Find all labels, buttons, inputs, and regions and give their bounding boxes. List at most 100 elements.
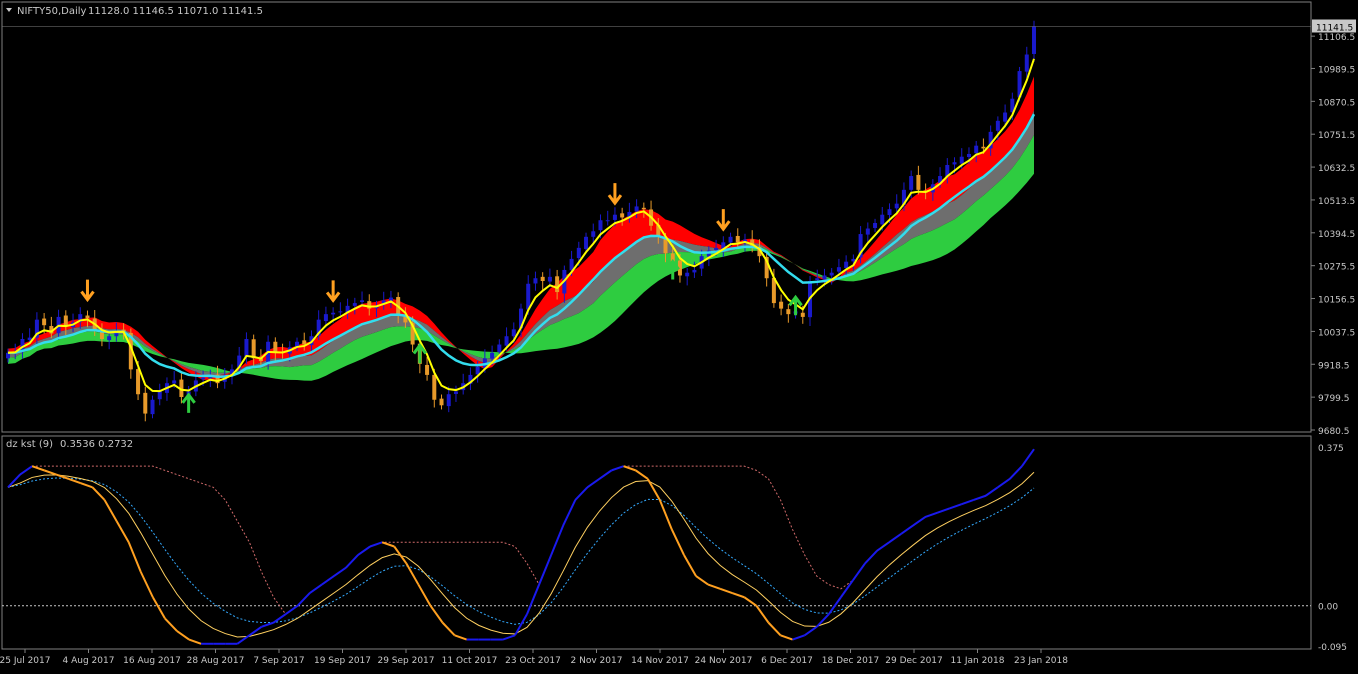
candle-body bbox=[815, 278, 820, 281]
kst-segment bbox=[767, 621, 782, 637]
candle-body bbox=[894, 203, 899, 209]
ohlc-label: 11128.0 11146.5 11071.0 11141.5 bbox=[88, 6, 263, 17]
date-tick-label: 25 Jul 2017 bbox=[0, 656, 50, 666]
date-tick-label: 24 Nov 2017 bbox=[695, 656, 753, 666]
candle-body bbox=[952, 162, 957, 165]
indicator-pane[interactable] bbox=[2, 448, 1311, 645]
kst-segment bbox=[296, 592, 311, 607]
candle-body bbox=[605, 220, 610, 222]
candle-body bbox=[157, 391, 162, 400]
kst-segment bbox=[888, 532, 902, 544]
indicator-tick-label: 0.00 bbox=[1318, 603, 1338, 613]
date-tick-label: 19 Sep 2017 bbox=[314, 656, 371, 666]
price-pane[interactable] bbox=[6, 20, 1036, 422]
arrow-up-icon bbox=[181, 392, 196, 413]
candle-body bbox=[504, 336, 509, 346]
kst-segment bbox=[309, 583, 323, 594]
kst-segment bbox=[369, 541, 383, 548]
kst-segment bbox=[635, 469, 649, 480]
kst-segment bbox=[840, 579, 854, 598]
kst-segment bbox=[792, 634, 805, 641]
kst-segment bbox=[454, 634, 468, 641]
current-price-label: 11141.5 bbox=[1316, 23, 1353, 33]
kst-segment bbox=[658, 499, 673, 530]
kst-segment bbox=[755, 605, 770, 624]
price-tick-label: 10870.5 bbox=[1318, 98, 1355, 108]
kst-segment bbox=[43, 469, 57, 476]
candle-body bbox=[555, 276, 560, 293]
candle-body bbox=[714, 247, 719, 251]
kst-segment bbox=[611, 465, 624, 472]
kst-segment bbox=[441, 621, 456, 637]
symbol-label: NIFTY50,Daily bbox=[17, 6, 87, 17]
candle-body bbox=[873, 222, 878, 228]
kst-segment bbox=[780, 634, 793, 641]
candle-body bbox=[273, 341, 278, 353]
kst-segment bbox=[1021, 448, 1035, 467]
candle-body bbox=[1003, 112, 1008, 122]
candle-body bbox=[511, 329, 516, 337]
price-tick-label: 9680.5 bbox=[1318, 427, 1350, 437]
kst-segment bbox=[695, 575, 709, 586]
date-tick-label: 18 Dec 2017 bbox=[822, 656, 880, 666]
kst-segment bbox=[405, 562, 420, 586]
kst-segment bbox=[743, 596, 757, 607]
price-tick-label: 10632.5 bbox=[1318, 164, 1355, 174]
kst-segment bbox=[176, 630, 190, 641]
candle-body bbox=[107, 336, 112, 341]
candle-body bbox=[150, 399, 155, 415]
candle-body bbox=[453, 391, 458, 394]
kst-segment bbox=[719, 587, 733, 594]
candle-body bbox=[779, 301, 784, 309]
kst-upper-envelope bbox=[7, 448, 1035, 615]
candle-body bbox=[598, 220, 603, 231]
candle-body bbox=[591, 231, 596, 237]
kst-segment bbox=[900, 524, 914, 535]
kst-segment bbox=[321, 575, 335, 586]
date-tick-label: 16 Aug 2017 bbox=[123, 656, 181, 666]
kst-segment bbox=[985, 486, 999, 497]
kst-segment bbox=[285, 604, 299, 615]
candle-body bbox=[497, 344, 502, 352]
arrow-down-icon bbox=[716, 209, 731, 232]
price-tick-label: 10989.5 bbox=[1318, 65, 1355, 75]
kst-segment bbox=[393, 545, 408, 564]
arrow-down-icon bbox=[80, 279, 95, 303]
kst-segment bbox=[937, 507, 950, 514]
candle-body bbox=[251, 339, 256, 359]
kst-segment bbox=[683, 554, 697, 577]
price-tick-label: 10394.5 bbox=[1318, 230, 1355, 240]
kst-segment bbox=[646, 478, 661, 501]
kst-segment bbox=[804, 626, 818, 637]
candle-body bbox=[143, 392, 148, 414]
candle-body bbox=[42, 318, 47, 326]
indicator-pane-frame bbox=[1, 435, 1312, 650]
candle-body bbox=[244, 338, 249, 357]
kst-segment bbox=[1009, 465, 1023, 480]
candle-body bbox=[360, 300, 365, 302]
kst-segment bbox=[550, 524, 565, 556]
candle-body bbox=[1024, 54, 1029, 72]
candle-body bbox=[887, 209, 892, 215]
kst-segment bbox=[381, 541, 395, 548]
price-tick-label: 10037.5 bbox=[1318, 328, 1355, 338]
kst-segment bbox=[188, 638, 202, 645]
candle-body bbox=[584, 236, 589, 249]
kst-segment bbox=[333, 566, 347, 577]
candle-body bbox=[981, 146, 986, 149]
kst-segment bbox=[816, 613, 830, 628]
candle-body bbox=[526, 283, 531, 310]
arrow-down-icon bbox=[325, 280, 341, 303]
collapse-triangle-icon[interactable] bbox=[6, 8, 12, 12]
kst-segment bbox=[852, 562, 866, 581]
chart-canvas[interactable]: 11106.5 10989.5 10870.5 10751.5 10632.5 10513… bbox=[0, 0, 1358, 670]
candle-body bbox=[786, 309, 791, 315]
date-tick-label: 29 Dec 2017 bbox=[885, 656, 943, 666]
candle-body bbox=[425, 364, 430, 375]
date-tick-label: 23 Oct 2017 bbox=[505, 656, 561, 666]
arrow-down-icon bbox=[607, 183, 623, 206]
kst-segment bbox=[31, 465, 45, 472]
date-tick-label: 11 Jan 2018 bbox=[951, 656, 1005, 666]
kst-segment bbox=[973, 494, 987, 501]
price-tick-label: 9799.5 bbox=[1318, 394, 1350, 404]
